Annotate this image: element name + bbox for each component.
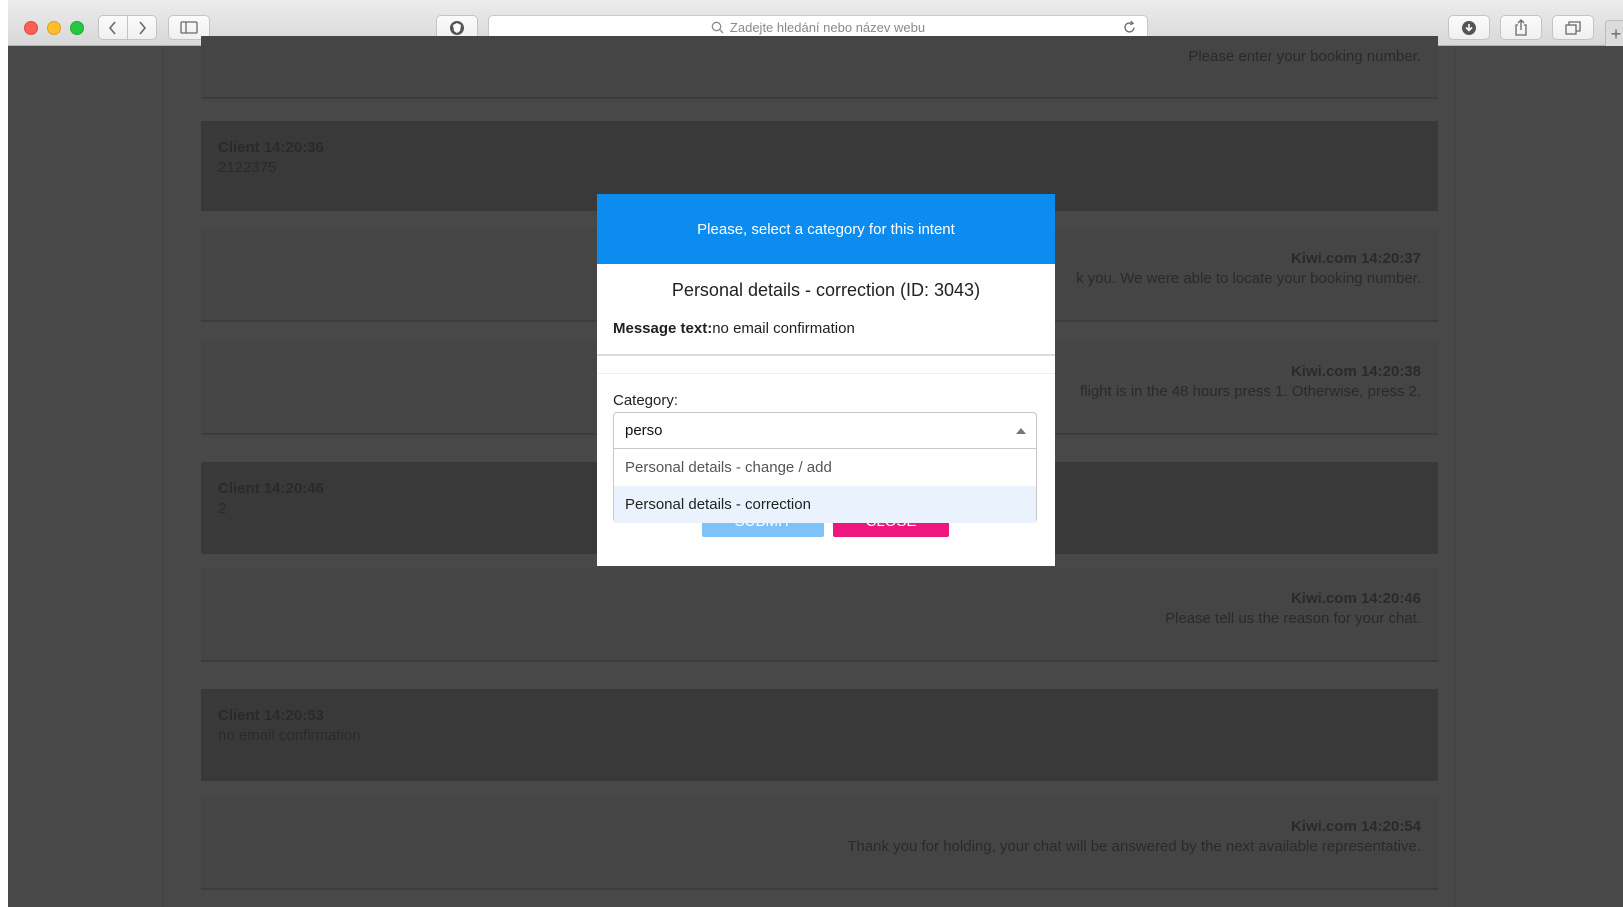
divider (597, 373, 1055, 374)
category-search-input[interactable]: perso (625, 422, 663, 439)
message-text: 2122375 (218, 159, 277, 176)
chat-message: Client 14:20:53 no email confirmation (201, 689, 1438, 781)
message-text: flight is in the 48 hours press 1. Other… (1080, 383, 1421, 400)
browser-window: Zadejte hledání nebo název webu + Please… (8, 0, 1623, 907)
chevron-right-icon (139, 20, 147, 35)
chevron-left-icon (108, 20, 116, 35)
category-modal: Please, select a category for this inten… (597, 194, 1055, 566)
intent-title: Personal details - correction (ID: 3043) (671, 280, 981, 300)
minimize-window-button[interactable] (47, 21, 61, 35)
shield-icon (450, 20, 464, 35)
close-window-button[interactable] (24, 21, 38, 35)
message-text-row: Message text:no email confirmation (613, 320, 855, 337)
message-author: Kiwi.com 14:20:54 (1290, 818, 1421, 835)
page-gutter-right (1435, 46, 1455, 907)
search-icon (711, 21, 724, 34)
forward-button[interactable] (127, 15, 157, 40)
new-tab-button[interactable]: + (1605, 20, 1623, 48)
message-author: Client 14:20:46 (218, 480, 324, 497)
share-icon (1515, 19, 1527, 36)
message-text: k you. We were able to locate your booki… (1076, 270, 1421, 287)
reload-icon[interactable] (1122, 20, 1137, 35)
zoom-window-button[interactable] (70, 21, 84, 35)
message-author: Kiwi.com 14:20:46 (1290, 590, 1421, 607)
tabs-icon (1565, 20, 1581, 35)
message-text: Please tell us the reason for your chat. (1165, 610, 1421, 627)
message-author: Client 14:20:36 (218, 139, 324, 156)
address-placeholder: Zadejte hledání nebo název webu (729, 20, 926, 35)
page-gutter-left (163, 46, 183, 907)
chat-message: Kiwi.com 14:20:46 Please tell us the rea… (201, 568, 1438, 662)
category-option[interactable]: Personal details - change / add (614, 449, 1036, 486)
share-button[interactable] (1500, 15, 1542, 40)
back-button[interactable] (98, 15, 128, 40)
message-text: Please enter your booking number. (1188, 48, 1421, 65)
message-author: Kiwi.com 14:20:38 (1290, 363, 1421, 380)
message-author: Client 14:20:53 (218, 707, 324, 724)
message-text-value: no email confirmation (712, 320, 855, 337)
downloads-button[interactable] (1448, 15, 1490, 40)
caret-up-icon[interactable] (1016, 428, 1026, 434)
category-option-highlighted[interactable]: Personal details - correction (614, 486, 1036, 523)
message-text-label: Message text: (613, 320, 713, 337)
category-label: Category: (613, 392, 679, 409)
message-text: 2 (218, 500, 227, 517)
plus-icon: + (1610, 23, 1622, 44)
category-select[interactable]: perso (613, 412, 1037, 449)
tab-overview-button[interactable] (1552, 15, 1594, 40)
chat-message: Please enter your booking number. (201, 36, 1438, 99)
divider (597, 354, 1055, 356)
modal-header: Please, select a category for this inten… (597, 194, 1055, 264)
sidebar-icon (180, 21, 198, 34)
category-options-list: Personal details - change / add Personal… (613, 449, 1037, 523)
chat-message: Kiwi.com 14:20:54 Thank you for holding,… (201, 796, 1438, 890)
message-author: Kiwi.com 14:20:37 (1290, 250, 1421, 267)
message-text: Thank you for holding, your chat will be… (847, 838, 1421, 855)
message-text: no email confirmation (218, 727, 361, 744)
download-icon (1462, 20, 1476, 35)
